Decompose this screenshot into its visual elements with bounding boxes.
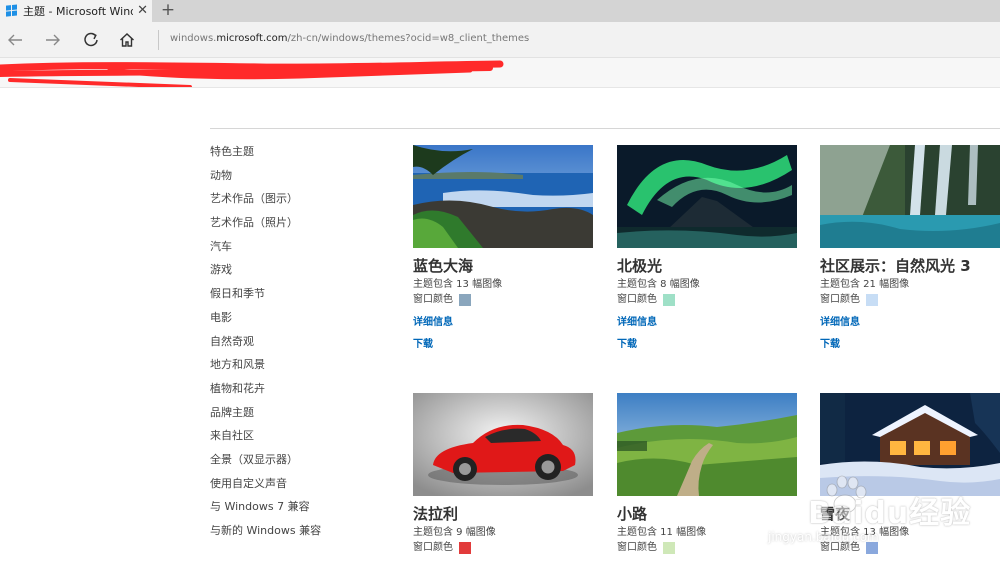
theme-image-count: 主题包含 8 幅图像 bbox=[617, 279, 700, 290]
theme-name[interactable]: 北极光 bbox=[617, 257, 799, 276]
address-prefix: windows. bbox=[170, 33, 217, 44]
home-icon bbox=[120, 33, 134, 47]
window-color-row: 窗口颜色 bbox=[413, 540, 595, 556]
theme-image-count: 主题包含 9 幅图像 bbox=[413, 527, 496, 538]
category-item[interactable]: 游戏 bbox=[210, 262, 321, 286]
content-divider bbox=[210, 128, 1000, 129]
theme-card-aurora: 北极光 主题包含 8 幅图像 窗口颜色 详细信息 下载 bbox=[617, 145, 799, 352]
theme-name[interactable]: 蓝色大海 bbox=[413, 257, 595, 276]
redaction-scribble bbox=[0, 60, 504, 87]
category-item[interactable]: 艺术作品（照片） bbox=[210, 215, 321, 239]
back-button[interactable] bbox=[2, 28, 28, 52]
theme-thumbnail-ferrari[interactable] bbox=[413, 393, 593, 496]
address-domain: microsoft.com bbox=[216, 33, 288, 44]
watermark-logo: Baidu经验 bbox=[808, 496, 972, 531]
category-item[interactable]: 与新的 Windows 兼容 bbox=[210, 523, 321, 547]
forward-arrow-icon bbox=[46, 34, 60, 46]
category-item[interactable]: 植物和花卉 bbox=[210, 381, 321, 405]
tab-bar: 主题 - Microsoft Windo ✕ + bbox=[0, 0, 1000, 22]
category-item[interactable]: 与 Windows 7 兼容 bbox=[210, 499, 321, 523]
home-button[interactable] bbox=[114, 28, 140, 52]
address-separator bbox=[158, 30, 159, 50]
category-item[interactable]: 来自社区 bbox=[210, 428, 321, 452]
theme-card-ferrari: 法拉利 主题包含 9 幅图像 窗口颜色 bbox=[413, 393, 595, 556]
navigation-bar: windows.microsoft.com/zh-cn/windows/them… bbox=[0, 22, 1000, 58]
watermark-url: jingyan.baidu.com bbox=[768, 530, 879, 544]
active-tab[interactable]: 主题 - Microsoft Windo ✕ bbox=[0, 0, 152, 22]
window-color-row: 窗口颜色 bbox=[820, 292, 1000, 308]
category-item[interactable]: 自然奇观 bbox=[210, 334, 321, 358]
window-color-swatch bbox=[663, 542, 675, 554]
window-color-row: 窗口颜色 bbox=[413, 292, 595, 308]
theme-thumbnail-waterfall[interactable] bbox=[820, 145, 1000, 248]
window-color-label: 窗口颜色 bbox=[413, 294, 453, 305]
details-link[interactable]: 详细信息 bbox=[413, 315, 595, 330]
details-link[interactable]: 详细信息 bbox=[617, 315, 799, 330]
category-item[interactable]: 汽车 bbox=[210, 239, 321, 263]
window-color-label: 窗口颜色 bbox=[413, 542, 453, 553]
download-link[interactable]: 下载 bbox=[617, 337, 799, 352]
theme-card-community-nature: 社区展示：自然风光 3 主题包含 21 幅图像 窗口颜色 详细信息 下载 bbox=[820, 145, 1000, 352]
category-item[interactable]: 特色主题 bbox=[210, 144, 321, 168]
refresh-icon bbox=[84, 32, 98, 47]
download-link[interactable]: 下载 bbox=[413, 337, 595, 352]
tab-title: 主题 - Microsoft Windo bbox=[23, 5, 133, 18]
theme-name[interactable]: 社区展示：自然风光 3 bbox=[820, 257, 1000, 276]
category-item[interactable]: 动物 bbox=[210, 168, 321, 192]
window-color-swatch bbox=[866, 294, 878, 306]
address-input[interactable]: windows.microsoft.com/zh-cn/windows/them… bbox=[170, 33, 529, 44]
close-tab-icon[interactable]: ✕ bbox=[137, 3, 148, 19]
category-item[interactable]: 品牌主题 bbox=[210, 405, 321, 429]
window-color-swatch bbox=[459, 542, 471, 554]
category-item[interactable]: 地方和风景 bbox=[210, 357, 321, 381]
category-list: 特色主题 动物 艺术作品（图示） 艺术作品（照片） 汽车 游戏 假日和季节 电影 自然奇观 地方和… bbox=[210, 144, 321, 547]
download-link[interactable]: 下载 bbox=[820, 337, 1000, 352]
window-color-label: 窗口颜色 bbox=[617, 294, 657, 305]
category-item[interactable]: 使用自定义声音 bbox=[210, 476, 321, 500]
theme-card-blue-sea: 蓝色大海 主题包含 13 幅图像 窗口颜色 详细信息 下载 bbox=[413, 145, 595, 352]
theme-thumbnail-blue-sea[interactable] bbox=[413, 145, 593, 248]
theme-name[interactable]: 法拉利 bbox=[413, 505, 595, 524]
theme-image-count: 主题包含 13 幅图像 bbox=[413, 279, 503, 290]
category-item[interactable]: 假日和季节 bbox=[210, 286, 321, 310]
window-color-swatch bbox=[459, 294, 471, 306]
forward-button[interactable] bbox=[40, 28, 66, 52]
back-arrow-icon bbox=[8, 34, 22, 46]
theme-image-count: 主题包含 21 幅图像 bbox=[820, 279, 910, 290]
windows-logo-icon bbox=[6, 4, 18, 17]
category-item[interactable]: 全景（双显示器） bbox=[210, 452, 321, 476]
baidu-watermark: Baidu经验 jingyan.baidu.com bbox=[768, 475, 1000, 571]
address-path: /zh-cn/windows/themes?ocid=w8_client_the… bbox=[287, 33, 530, 44]
refresh-button[interactable] bbox=[78, 28, 104, 52]
favorites-bar bbox=[0, 58, 1000, 88]
window-color-swatch bbox=[663, 294, 675, 306]
details-link[interactable]: 详细信息 bbox=[820, 315, 1000, 330]
category-item[interactable]: 电影 bbox=[210, 310, 321, 334]
category-item[interactable]: 艺术作品（图示） bbox=[210, 191, 321, 215]
window-color-label: 窗口颜色 bbox=[820, 294, 860, 305]
theme-thumbnail-aurora[interactable] bbox=[617, 145, 797, 248]
window-color-label: 窗口颜色 bbox=[617, 542, 657, 553]
window-color-row: 窗口颜色 bbox=[617, 292, 799, 308]
new-tab-button[interactable]: + bbox=[158, 0, 178, 22]
